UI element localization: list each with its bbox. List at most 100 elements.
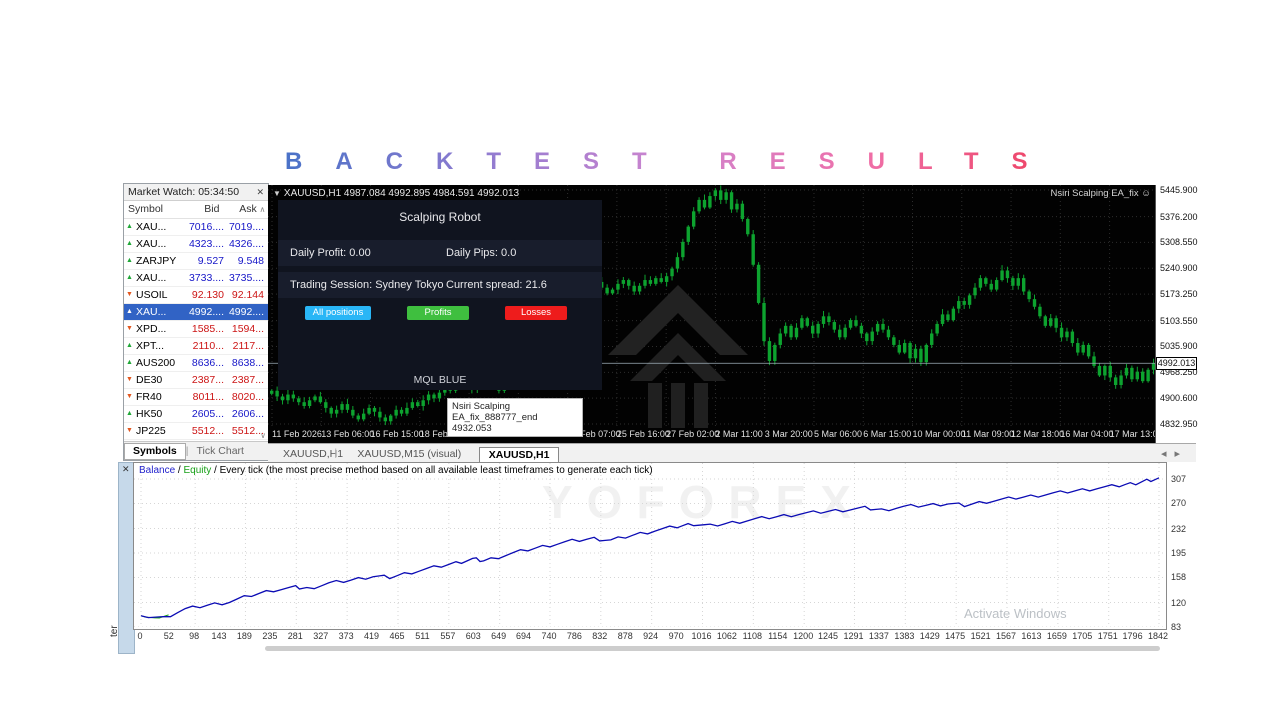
time-axis: 11 Feb 202613 Feb 06:0016 Feb 15:0018 Fe… [268, 429, 1155, 443]
market-watch-titlebar: Market Watch: 05:34:50 ✕ [124, 184, 268, 201]
price-axis-label: 4832.950 [1160, 419, 1198, 429]
market-watch-row[interactable]: ▲XAU...4992....4992.... [124, 304, 268, 321]
time-axis-label: 5 Mar 06:00 [814, 429, 862, 439]
equity-x-label: 924 [643, 631, 658, 641]
equity-x-label: 1842 [1148, 631, 1168, 641]
market-watch-row[interactable]: ▼JP2255512...5512... [124, 423, 268, 440]
tooltip-line2: 4932.053 [452, 423, 578, 434]
up-arrow-icon: ▲ [124, 406, 136, 422]
symbol-name: HK50 [136, 406, 184, 422]
ask-value: 4326.... [224, 236, 264, 252]
bid-value: 9.527 [184, 253, 224, 269]
price-chart-panel: ▼XAUUSD,H1 4987.084 4992.895 4984.591 49… [268, 185, 1155, 443]
market-watch-row[interactable]: ▼XPD...1585...1594... [124, 321, 268, 338]
ask-value: 8638... [224, 355, 264, 371]
ea-panel-title: Scalping Robot [278, 210, 602, 224]
ask-value: 3735.... [224, 270, 264, 286]
equity-x-label: 327 [313, 631, 328, 641]
time-axis-label: 13 Feb 06:00 [321, 429, 374, 439]
equity-x-label: 1245 [818, 631, 838, 641]
equity-x-label: 1291 [843, 631, 863, 641]
symbol-name: XAU... [136, 270, 184, 286]
up-arrow-icon: ▲ [124, 304, 136, 320]
market-watch-row[interactable]: ▲HK502605...2606... [124, 406, 268, 423]
time-axis-label: 27 Feb 02:00 [666, 429, 719, 439]
time-axis-label: 12 Mar 18:00 [1011, 429, 1064, 439]
screenshot-root: { "page_title": { "text": "BACKTEST RESU… [0, 0, 1280, 720]
market-watch-row[interactable]: ▲XPT...2110...2117... [124, 338, 268, 355]
bid-value: 4992.... [184, 304, 224, 320]
market-watch-row[interactable]: ▼FR408011...8020... [124, 389, 268, 406]
market-watch-row[interactable]: ▲XAU...3733....3735.... [124, 270, 268, 287]
tab-separator: | [334, 447, 337, 459]
equity-x-label: 235 [262, 631, 277, 641]
price-axis-label: 5240.900 [1160, 263, 1198, 273]
ask-value: 2606... [224, 406, 264, 422]
chart-tab-2[interactable]: XAUUSD,M15 (visual) [348, 447, 470, 462]
equity-x-label: 0 [137, 631, 142, 641]
equity-y-label: 83 [1171, 622, 1181, 632]
up-arrow-icon: ▲ [124, 270, 136, 286]
trading-session-label: Trading Session: Sydney Tokyo [290, 272, 443, 298]
equity-x-label: 1016 [691, 631, 711, 641]
equity-x-label: 52 [164, 631, 174, 641]
market-watch-rows: ▲XAU...7016....7019....▲XAU...4323....43… [124, 219, 268, 457]
legend-part: Equity [183, 465, 211, 476]
close-icon[interactable]: ✕ [122, 464, 130, 475]
equity-x-label: 1200 [793, 631, 813, 641]
scroll-right-icon[interactable]: ▸ [1174, 448, 1188, 460]
equity-x-label: 970 [669, 631, 684, 641]
ask-value: 9.548 [224, 253, 264, 269]
market-watch-row[interactable]: ▲AUS2008636...8638... [124, 355, 268, 372]
price-axis[interactable]: 5445.9005376.2005308.5505240.9005173.250… [1155, 185, 1197, 443]
profits-button[interactable]: Profits [407, 306, 469, 320]
chart-tab-1[interactable]: XAUUSD,H1 [274, 447, 352, 462]
price-axis-label: 5173.250 [1160, 289, 1198, 299]
legend-part: Balance [139, 465, 175, 476]
symbol-name: XAU... [136, 219, 184, 235]
down-arrow-icon: ▼ [124, 372, 136, 388]
equity-x-label: 603 [466, 631, 481, 641]
chart-ohlc-header: ▼XAUUSD,H1 4987.084 4992.895 4984.591 49… [273, 188, 519, 199]
market-watch-row[interactable]: ▼DE302387...2387... [124, 372, 268, 389]
close-icon[interactable]: ✕ [256, 184, 264, 200]
equity-x-label: 1108 [743, 631, 762, 641]
legend-part: / Every tick (the most precise method ba… [211, 465, 652, 476]
market-watch-row[interactable]: ▲ZARJPY9.5279.548 [124, 253, 268, 270]
equity-x-label: 511 [415, 631, 429, 641]
bid-value: 1585... [184, 321, 224, 337]
bid-value: 8011... [184, 389, 224, 405]
scroll-left-icon[interactable]: ◂ [1161, 448, 1175, 460]
horizontal-scrollbar[interactable] [265, 646, 1160, 651]
equity-chart-plot[interactable]: YOFOREX Balance / Equity / Every tick (t… [133, 462, 1167, 630]
time-axis-label: 10 Mar 00:00 [913, 429, 966, 439]
column-ask[interactable]: Ask [219, 201, 256, 218]
smiley-icon[interactable]: ☺ [1141, 188, 1151, 199]
equity-x-label: 419 [364, 631, 379, 641]
column-symbol[interactable]: Symbol [124, 201, 182, 218]
market-watch-tab-tick-chart[interactable]: Tick Chart [189, 445, 252, 457]
symbol-name: AUS200 [136, 355, 184, 371]
market-watch-row[interactable]: ▲XAU...7016....7019.... [124, 219, 268, 236]
equity-x-label: 1429 [920, 631, 940, 641]
market-watch-row[interactable]: ▲XAU...4323....4326.... [124, 236, 268, 253]
object-tooltip: Nsiri Scalping EA_fix_888777_end 4932.05… [447, 398, 583, 437]
equity-x-label: 1613 [1021, 631, 1041, 641]
column-bid[interactable]: Bid [182, 201, 219, 218]
equity-x-label: 1751 [1098, 631, 1118, 641]
ask-value: 92.144 [224, 287, 264, 303]
market-watch-row[interactable]: ▼USOIL92.13092.144 [124, 287, 268, 304]
all-positions-button[interactable]: All positions [305, 306, 371, 320]
symbol-name: JP225 [136, 423, 184, 439]
time-axis-label: 11 Mar 09:00 [962, 429, 1014, 439]
bid-value: 5512... [184, 423, 224, 439]
scroll-down-icon[interactable]: ∨ [260, 431, 266, 440]
scroll-up-icon[interactable]: ∧ [257, 201, 268, 218]
bid-value: 92.130 [184, 287, 224, 303]
equity-x-label: 878 [618, 631, 633, 641]
market-watch-tab-symbols[interactable]: Symbols [124, 443, 186, 460]
tester-legend: Balance / Equity / Every tick (the most … [139, 465, 653, 476]
symbol-name: XAU... [136, 236, 184, 252]
losses-button[interactable]: Losses [505, 306, 567, 320]
down-arrow-icon: ▼ [124, 423, 136, 439]
